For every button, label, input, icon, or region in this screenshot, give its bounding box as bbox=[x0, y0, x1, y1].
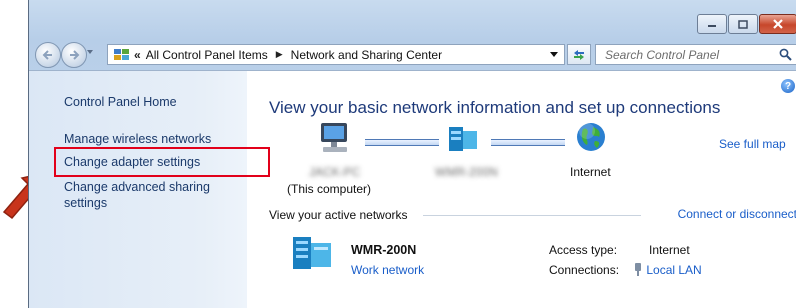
back-arrow-icon bbox=[42, 50, 52, 60]
computer-name: JACK-PC bbox=[309, 165, 361, 179]
connection-line bbox=[365, 139, 439, 146]
address-bar[interactable]: « All Control Panel Items ▶ Network and … bbox=[107, 44, 565, 65]
search-box[interactable]: Search Control Panel bbox=[595, 44, 796, 65]
breadcrumb-arrow-icon[interactable]: ▶ bbox=[276, 49, 283, 60]
maximize-icon bbox=[738, 19, 748, 29]
breadcrumb-all-items[interactable]: All Control Panel Items bbox=[146, 48, 268, 62]
sidebar-item-advanced-sharing[interactable]: Change advanced sharing bbox=[64, 180, 210, 194]
lan-plug-icon bbox=[635, 263, 641, 276]
local-lan-link[interactable]: Local LAN bbox=[646, 263, 701, 277]
connections-label: Connections: bbox=[549, 263, 620, 277]
forward-button[interactable] bbox=[61, 42, 87, 68]
control-panel-window: « All Control Panel Items ▶ Network and … bbox=[28, 0, 796, 308]
active-networks-title: View your active networks bbox=[269, 208, 408, 222]
network-type-link[interactable]: Work network bbox=[351, 263, 424, 277]
search-placeholder[interactable]: Search Control Panel bbox=[605, 48, 719, 62]
control-panel-icon bbox=[114, 48, 129, 60]
back-button[interactable] bbox=[35, 42, 61, 68]
minimize-button[interactable] bbox=[697, 14, 727, 34]
router-icon bbox=[449, 127, 477, 151]
access-type-label: Access type: bbox=[549, 243, 618, 257]
see-full-map-link[interactable]: See full map bbox=[719, 137, 786, 151]
sidebar: Control Panel Home Manage wireless netwo… bbox=[29, 71, 247, 308]
address-dropdown-icon[interactable] bbox=[550, 52, 558, 57]
computer-icon bbox=[321, 123, 347, 152]
internet-globe-icon bbox=[577, 123, 605, 151]
breadcrumb-network-center[interactable]: Network and Sharing Center bbox=[291, 48, 442, 62]
this-computer-label: (This computer) bbox=[287, 182, 372, 196]
page-title: View your basic network information and … bbox=[269, 98, 721, 117]
network-name: WMR-200N bbox=[351, 243, 417, 257]
section-divider bbox=[423, 215, 641, 216]
sidebar-item-manage-wireless[interactable]: Manage wireless networks bbox=[64, 132, 211, 146]
content-area: Control Panel Home Manage wireless netwo… bbox=[29, 70, 796, 308]
highlight-box bbox=[54, 147, 270, 177]
title-bar bbox=[29, 0, 796, 36]
address-overflow-chevron[interactable]: « bbox=[134, 48, 141, 62]
recent-pages-dropdown[interactable] bbox=[87, 50, 93, 54]
sidebar-item-advanced-sharing-line2[interactable]: settings bbox=[64, 196, 107, 210]
router-name: WMR-200N bbox=[435, 165, 498, 179]
connection-link[interactable]: Local LAN bbox=[633, 263, 702, 277]
help-icon[interactable]: ? bbox=[781, 79, 795, 93]
network-map: JACK-PC (This computer) WMR-200N Interne… bbox=[247, 121, 727, 201]
connection-line-2 bbox=[491, 139, 565, 146]
close-button[interactable] bbox=[759, 14, 796, 34]
forward-arrow-icon bbox=[70, 50, 80, 60]
main-panel: ? View your basic network information an… bbox=[247, 71, 796, 308]
minimize-icon bbox=[708, 25, 716, 27]
close-icon bbox=[773, 19, 783, 29]
connect-disconnect-link[interactable]: Connect or disconnect bbox=[678, 207, 796, 221]
sidebar-item-control-panel-home[interactable]: Control Panel Home bbox=[64, 95, 177, 109]
refresh-icon bbox=[574, 49, 584, 60]
refresh-button[interactable] bbox=[567, 44, 591, 65]
caption-buttons bbox=[696, 14, 796, 34]
network-router-icon bbox=[293, 237, 331, 269]
search-icon[interactable] bbox=[779, 48, 792, 61]
internet-label: Internet bbox=[570, 165, 611, 179]
access-type-value: Internet bbox=[649, 243, 690, 257]
navigation-bar: « All Control Panel Items ▶ Network and … bbox=[29, 38, 796, 68]
maximize-button[interactable] bbox=[728, 14, 758, 34]
